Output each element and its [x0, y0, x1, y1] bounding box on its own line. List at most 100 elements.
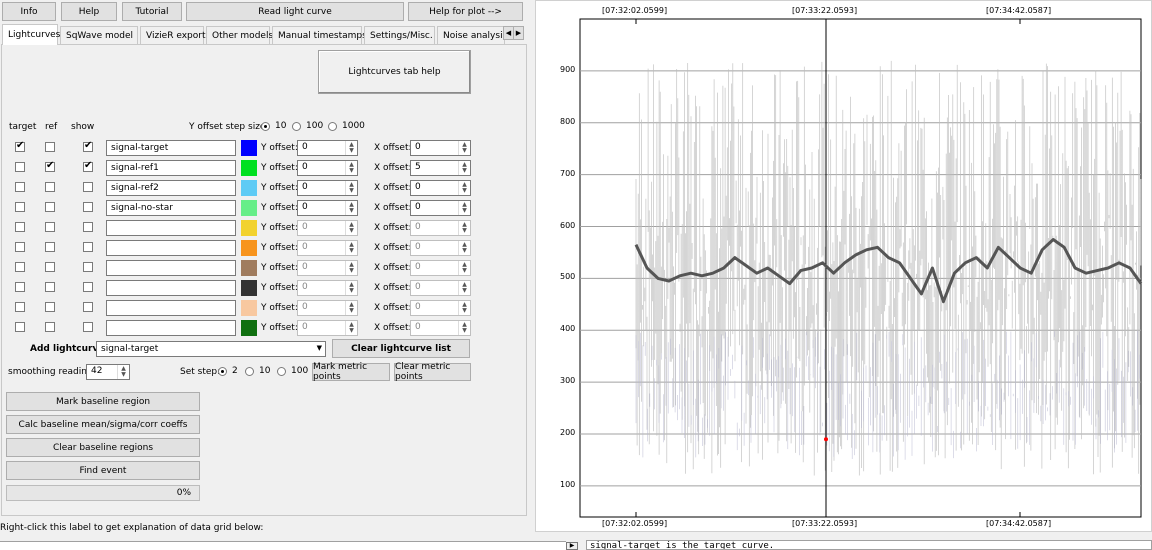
- row-name-field[interactable]: [106, 220, 236, 236]
- row-show-checkbox[interactable]: [83, 160, 93, 172]
- tab-lightcurves[interactable]: Lightcurves: [2, 24, 60, 45]
- info-button[interactable]: Info: [2, 2, 56, 21]
- row-color-swatch[interactable]: [241, 220, 257, 236]
- row-y-offset-spinner[interactable]: 0 ▲ ▼: [297, 300, 358, 316]
- spinner-arrows-icon[interactable]: ▲ ▼: [345, 181, 357, 195]
- row-target-checkbox[interactable]: [15, 140, 25, 152]
- row-ref-checkbox[interactable]: [45, 142, 55, 152]
- row-target-checkbox[interactable]: [15, 202, 25, 212]
- row-y-offset-spinner[interactable]: 0 ▲ ▼: [297, 260, 358, 276]
- row-ref-checkbox[interactable]: [45, 282, 55, 292]
- row-x-offset-spinner[interactable]: 0 ▲ ▼: [410, 240, 471, 256]
- find-event-button[interactable]: Find event: [6, 461, 200, 480]
- row-name-field[interactable]: [106, 300, 236, 316]
- row-x-offset-spinner[interactable]: 0 ▲ ▼: [410, 200, 471, 216]
- row-show-checkbox[interactable]: [83, 242, 93, 252]
- clear-metric-points-button[interactable]: Clear metric points: [394, 362, 471, 382]
- row-x-offset-spinner[interactable]: 0 ▲ ▼: [410, 320, 471, 336]
- row-color-swatch[interactable]: [241, 280, 257, 296]
- set-step-radio-10[interactable]: [245, 367, 254, 376]
- row-color-swatch[interactable]: [241, 320, 257, 336]
- row-show-checkbox[interactable]: [83, 182, 93, 192]
- spinner-arrows-icon[interactable]: ▲ ▼: [458, 181, 470, 195]
- spinner-arrows-icon[interactable]: ▲ ▼: [345, 321, 357, 335]
- row-name-field[interactable]: [106, 240, 236, 256]
- row-y-offset-spinner[interactable]: 0 ▲ ▼: [297, 280, 358, 296]
- row-color-swatch[interactable]: [241, 180, 257, 196]
- row-y-offset-spinner[interactable]: 0 ▲ ▼: [297, 220, 358, 236]
- row-target-checkbox[interactable]: [15, 302, 25, 312]
- spinner-arrows-icon[interactable]: ▲ ▼: [345, 221, 357, 235]
- spinner-arrows-icon[interactable]: ▲ ▼: [458, 161, 470, 175]
- lightcurves-tab-help-button[interactable]: Lightcurves tab help: [318, 50, 471, 94]
- spinner-arrows-icon[interactable]: ▲ ▼: [345, 201, 357, 215]
- row-y-offset-spinner[interactable]: 0 ▲ ▼: [297, 240, 358, 256]
- spinner-arrows-icon[interactable]: ▲ ▼: [458, 321, 470, 335]
- row-name-field[interactable]: [106, 260, 236, 276]
- row-y-offset-spinner[interactable]: 0 ▲ ▼: [297, 180, 358, 196]
- row-x-offset-spinner[interactable]: 0 ▲ ▼: [410, 220, 471, 236]
- row-color-swatch[interactable]: [241, 260, 257, 276]
- add-lightcurve-select[interactable]: signal-target ▼: [96, 341, 326, 357]
- row-target-checkbox[interactable]: [15, 282, 25, 292]
- row-color-swatch[interactable]: [241, 240, 257, 256]
- row-color-swatch[interactable]: [241, 200, 257, 216]
- row-ref-checkbox[interactable]: [45, 222, 55, 232]
- row-show-checkbox[interactable]: [83, 322, 93, 332]
- spinner-arrows-icon[interactable]: ▲ ▼: [345, 261, 357, 275]
- row-show-checkbox[interactable]: [83, 202, 93, 212]
- set-step-radio-100[interactable]: [277, 367, 286, 376]
- tab-other-models[interactable]: Other models: [206, 26, 273, 44]
- spinner-arrows-icon[interactable]: ▲ ▼: [458, 261, 470, 275]
- tab-vizier-export[interactable]: VizieR export: [140, 26, 206, 44]
- row-show-checkbox[interactable]: [83, 302, 93, 312]
- help-for-plot-button[interactable]: Help for plot -->: [408, 2, 523, 21]
- row-y-offset-spinner[interactable]: 0 ▲ ▼: [297, 200, 358, 216]
- row-x-offset-spinner[interactable]: 0 ▲ ▼: [410, 260, 471, 276]
- row-color-swatch[interactable]: [241, 160, 257, 176]
- help-button[interactable]: Help: [61, 2, 117, 21]
- row-ref-checkbox[interactable]: [45, 202, 55, 212]
- plot-svg[interactable]: [536, 1, 1152, 533]
- spinner-arrows-icon[interactable]: ▲ ▼: [458, 221, 470, 235]
- tab-sqwave-model[interactable]: SqWave model: [60, 26, 138, 44]
- row-target-checkbox[interactable]: [15, 322, 25, 332]
- scroll-right-icon[interactable]: ▶: [566, 542, 578, 550]
- row-x-offset-spinner[interactable]: 0 ▲ ▼: [410, 300, 471, 316]
- clear-baseline-regions-button[interactable]: Clear baseline regions: [6, 438, 200, 457]
- tab-scroll-right-icon[interactable]: ▶: [513, 26, 524, 40]
- row-y-offset-spinner[interactable]: 0 ▲ ▼: [297, 140, 358, 156]
- tutorial-button[interactable]: Tutorial: [122, 2, 182, 21]
- spinner-arrows-icon[interactable]: ▲ ▼: [345, 241, 357, 255]
- spinner-arrows-icon[interactable]: ▲ ▼: [345, 161, 357, 175]
- row-show-checkbox[interactable]: [83, 222, 93, 232]
- row-name-field[interactable]: [106, 320, 236, 336]
- lightcurve-plot[interactable]: [07:32:02.0599] [07:33:22.0593] [07:34:42.…: [535, 0, 1152, 532]
- spinner-arrows-icon[interactable]: ▲ ▼: [345, 141, 357, 155]
- tab-noise-analysis-i[interactable]: Noise analysis/I: [437, 26, 505, 44]
- row-ref-checkbox[interactable]: [45, 262, 55, 272]
- row-name-field[interactable]: [106, 280, 236, 296]
- mark-metric-points-button[interactable]: Mark metric points: [312, 362, 390, 382]
- row-target-checkbox[interactable]: [15, 262, 25, 272]
- row-ref-checkbox[interactable]: [45, 322, 55, 332]
- tab-manual-timestamps[interactable]: Manual timestamps: [272, 26, 367, 44]
- read-light-curve-button[interactable]: Read light curve: [186, 2, 404, 21]
- data-grid-explanation-label[interactable]: Right-click this label to get explanatio…: [0, 523, 263, 533]
- mark-baseline-region-button[interactable]: Mark baseline region: [6, 392, 200, 411]
- spinner-arrows-icon[interactable]: ▲ ▼: [345, 301, 357, 315]
- clear-lightcurve-list-button[interactable]: Clear lightcurve list: [332, 339, 470, 358]
- row-target-checkbox[interactable]: [15, 182, 25, 192]
- row-ref-checkbox[interactable]: [45, 302, 55, 312]
- row-show-checkbox[interactable]: [83, 262, 93, 272]
- row-name-field[interactable]: signal-target: [106, 140, 236, 156]
- row-name-field[interactable]: signal-ref2: [106, 180, 236, 196]
- row-name-field[interactable]: signal-ref1: [106, 160, 236, 176]
- spinner-arrows-icon[interactable]: ▲ ▼: [345, 281, 357, 295]
- row-name-field[interactable]: signal-no-star: [106, 200, 236, 216]
- spinner-arrows-icon[interactable]: ▲ ▼: [458, 281, 470, 295]
- row-color-swatch[interactable]: [241, 300, 257, 316]
- spinner-arrows-icon[interactable]: ▲ ▼: [458, 301, 470, 315]
- y-offset-step-radio-100[interactable]: [292, 122, 301, 131]
- row-y-offset-spinner[interactable]: 0 ▲ ▼: [297, 320, 358, 336]
